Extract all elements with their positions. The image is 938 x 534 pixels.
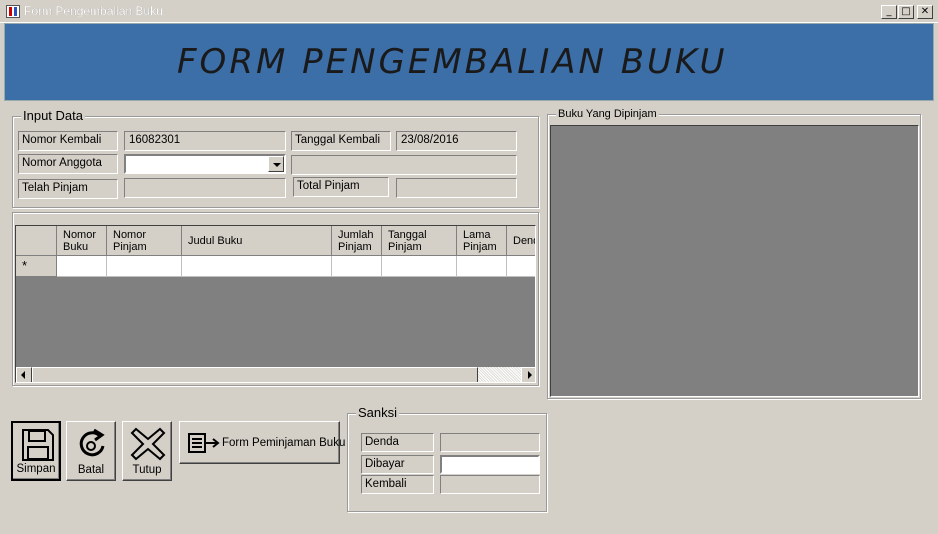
batal-label: Batal — [77, 464, 105, 476]
cell-nomor-pinjam[interactable] — [107, 256, 182, 277]
save-icon — [22, 429, 54, 461]
form-export-icon — [188, 433, 220, 453]
total-pinjam-label: Total Pinjam — [293, 177, 389, 197]
cell-lama-pinjam[interactable] — [457, 256, 507, 277]
sanksi-legend: Sanksi — [356, 405, 400, 420]
cell-tanggal-pinjam[interactable] — [382, 256, 457, 277]
buku-dipinjam-legend: Buku Yang Dipinjam — [556, 108, 659, 120]
nomor-anggota-select[interactable] — [124, 154, 286, 174]
cell-nomor-buku[interactable] — [57, 256, 107, 277]
data-grid[interactable]: Nomor Buku Nomor Pinjam Judul Buku Jumla… — [15, 225, 536, 383]
close-icon — [130, 427, 166, 461]
column-header-lama-pinjam[interactable]: Lama Pinjam — [457, 226, 507, 256]
denda-label: Denda — [361, 433, 434, 452]
column-header-nomor-buku[interactable]: Nomor Buku — [57, 226, 107, 256]
tanggal-kembali-field[interactable]: 23/08/2016 — [396, 131, 517, 151]
banner-heading: FORM PENGEMBALIAN BUKU — [177, 42, 728, 82]
cell-jumlah-pinjam[interactable] — [332, 256, 382, 277]
nomor-anggota-label: Nomor Anggota — [18, 154, 118, 174]
telah-pinjam-label: Telah Pinjam — [18, 179, 118, 199]
column-header-tanggal-pinjam[interactable]: Tanggal Pinjam — [382, 226, 457, 256]
scrollbar-thumb[interactable] — [32, 367, 478, 382]
chevron-down-icon[interactable] — [268, 156, 284, 172]
tanggal-kembali-label: Tanggal Kembali — [291, 131, 391, 151]
form-peminjaman-label: Form Peminjaman Buku — [222, 437, 346, 449]
horizontal-scrollbar[interactable] — [16, 367, 535, 382]
form-peminjaman-button[interactable]: Form Peminjaman Buku — [179, 421, 345, 464]
total-pinjam-field[interactable] — [396, 178, 517, 198]
tutup-button[interactable]: Tutup — [122, 421, 172, 481]
dibayar-input[interactable] — [440, 455, 540, 474]
input-data-group: Input Data Nomor Kembali 16082301 Tangga… — [12, 108, 539, 208]
nama-anggota-field[interactable] — [291, 155, 517, 175]
nomor-kembali-field[interactable]: 16082301 — [124, 131, 286, 151]
tutup-label: Tutup — [132, 464, 162, 476]
cell-denda[interactable] — [507, 256, 535, 277]
kembali-label: Kembali — [361, 475, 434, 494]
dibayar-label: Dibayar — [361, 455, 434, 474]
batal-button[interactable]: Batal — [66, 421, 116, 481]
cell-judul-buku[interactable] — [182, 256, 332, 277]
grid-group: Nomor Buku Nomor Pinjam Judul Buku Jumla… — [12, 212, 539, 386]
window-title: Form Pengembalian Buku — [24, 4, 163, 18]
input-data-legend: Input Data — [21, 108, 85, 123]
column-header-judul-buku[interactable]: Judul Buku — [182, 226, 332, 256]
buku-dipinjam-group: Buku Yang Dipinjam — [547, 108, 921, 399]
simpan-label: Simpan — [16, 463, 56, 475]
header-banner: FORM PENGEMBALIAN BUKU — [4, 23, 934, 101]
sanksi-group: Sanksi Denda Dibayar Kembali — [347, 405, 547, 512]
buku-dipinjam-panel[interactable] — [550, 125, 919, 397]
refresh-icon — [79, 428, 105, 457]
table-row[interactable]: * — [16, 256, 535, 277]
title-bar: Form Pengembalian Buku _ □ ✕ — [0, 0, 938, 23]
minimize-button[interactable]: _ — [881, 5, 897, 19]
scrollbar-track[interactable] — [478, 367, 521, 382]
scroll-right-button[interactable] — [521, 367, 535, 382]
app-icon — [6, 5, 20, 18]
scroll-left-button[interactable] — [16, 367, 32, 382]
grid-header: Nomor Buku Nomor Pinjam Judul Buku Jumla… — [16, 226, 535, 256]
nomor-kembali-label: Nomor Kembali — [18, 131, 118, 151]
column-header-jumlah-pinjam[interactable]: Jumlah Pinjam — [332, 226, 382, 256]
simpan-button[interactable]: Simpan — [11, 421, 61, 481]
column-header-nomor-pinjam[interactable]: Nomor Pinjam — [107, 226, 182, 256]
row-header-corner — [16, 226, 57, 256]
telah-pinjam-field[interactable] — [124, 178, 286, 198]
close-button[interactable]: ✕ — [917, 5, 933, 19]
maximize-button[interactable]: □ — [898, 5, 914, 19]
kembali-field[interactable] — [440, 475, 540, 494]
denda-field[interactable] — [440, 433, 540, 452]
new-row-marker: * — [16, 256, 57, 277]
column-header-denda[interactable]: Denda — [507, 226, 535, 256]
